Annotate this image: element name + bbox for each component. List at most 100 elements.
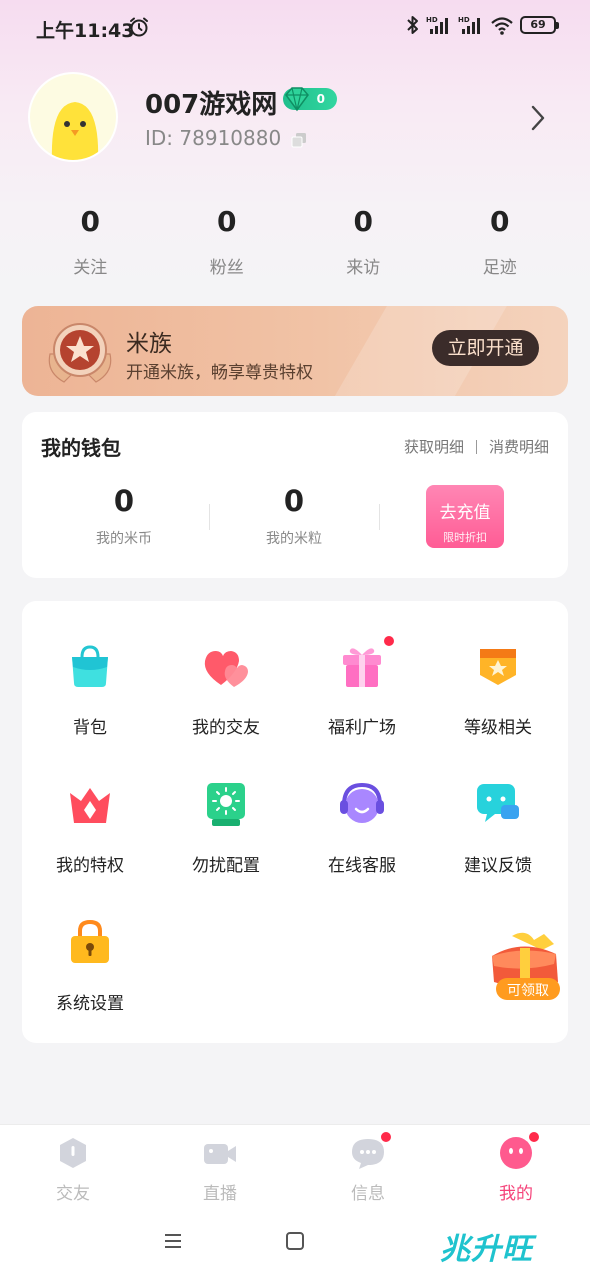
menu-label: 我的特权 xyxy=(56,856,124,876)
wallet-divider xyxy=(379,504,380,530)
feedback-icon xyxy=(477,784,519,822)
bluetooth-icon xyxy=(407,16,418,34)
lock-settings-icon xyxy=(71,919,109,963)
stat-value: 0 xyxy=(353,205,373,238)
vip-level-badge[interactable]: 0 xyxy=(283,87,337,112)
claim-reward-label: 可领取 xyxy=(507,983,549,999)
stat-followers[interactable]: 0 粉丝 xyxy=(159,205,296,278)
treasure-chest-icon: 可领取 xyxy=(492,932,560,1000)
recharge-label: 去充值 xyxy=(439,503,491,523)
tab-label: 直播 xyxy=(203,1184,237,1204)
wallet-grains[interactable]: 0 我的米粒 xyxy=(219,484,369,548)
wifi-icon xyxy=(491,17,513,35)
bottom-tab-bar: 交友 直播 信息 我的 xyxy=(0,1124,590,1208)
membership-title: 米族 xyxy=(126,331,172,357)
gift-icon xyxy=(343,648,381,687)
menu-label: 在线客服 xyxy=(328,856,396,876)
expense-details-link[interactable]: 消费明细 xyxy=(489,436,549,457)
menu-icon[interactable] xyxy=(164,1232,182,1250)
status-time: 上午11:43 xyxy=(36,20,135,42)
chick-avatar-icon xyxy=(30,74,116,160)
menu-label: 系统设置 xyxy=(56,994,124,1014)
menu-item-feedback[interactable]: 建议反馈 xyxy=(430,779,566,876)
coins-label: 我的米币 xyxy=(96,531,152,547)
user-id: ID: 78910880 xyxy=(145,126,282,150)
svg-text:HD: HD xyxy=(458,16,470,24)
watermark-logo: 兆升旺 xyxy=(440,1232,533,1267)
menu-label: 建议反馈 xyxy=(464,856,532,876)
stat-value: 0 xyxy=(217,205,237,238)
menu-label: 勿扰配置 xyxy=(192,856,260,876)
video-camera-icon xyxy=(204,1144,236,1164)
menu-item-friends[interactable]: 我的交友 xyxy=(158,641,294,738)
tab-label: 信息 xyxy=(351,1184,385,1204)
svg-text:HD: HD xyxy=(426,16,438,24)
notification-dot xyxy=(383,635,395,647)
system-navigation-bar: 兆升旺 xyxy=(0,1208,590,1278)
menu-item-level[interactable]: 等级相关 xyxy=(430,641,566,738)
diamond-icon xyxy=(285,87,309,112)
tab-live[interactable]: 直播 xyxy=(170,1135,270,1204)
menu-label: 等级相关 xyxy=(464,718,532,738)
menu-item-backpack[interactable]: 背包 xyxy=(22,641,158,738)
avatar[interactable] xyxy=(28,72,118,162)
alarm-icon xyxy=(130,17,148,37)
grains-label: 我的米粒 xyxy=(266,531,322,547)
notification-dot xyxy=(528,1131,540,1143)
link-divider xyxy=(475,439,477,454)
vip-level-value: 0 xyxy=(316,92,325,106)
wallet-coins[interactable]: 0 我的米币 xyxy=(49,484,199,548)
stat-label: 关注 xyxy=(73,258,108,278)
menu-item-welfare[interactable]: 福利广场 xyxy=(294,635,430,738)
home-button[interactable] xyxy=(286,1232,304,1250)
star-medal-icon xyxy=(48,323,112,383)
tab-me[interactable]: 我的 xyxy=(466,1131,566,1204)
tab-messages[interactable]: 信息 xyxy=(318,1131,418,1204)
membership-banner[interactable]: 米族 开通米族，畅享尊贵特权 立即开通 xyxy=(22,306,568,396)
do-not-disturb-icon xyxy=(207,783,245,826)
income-details-link[interactable]: 获取明细 xyxy=(404,436,464,457)
level-badge-icon xyxy=(480,649,516,685)
menu-item-privileges[interactable]: 我的特权 xyxy=(22,779,158,876)
menu-item-do-not-disturb[interactable]: 勿扰配置 xyxy=(158,779,294,876)
hearts-icon xyxy=(204,651,248,687)
wallet-links: 获取明细 消费明细 xyxy=(404,436,549,457)
signal-hd-icon: HD xyxy=(426,16,448,34)
menu-label: 背包 xyxy=(73,718,107,738)
menu-label: 福利广场 xyxy=(328,718,396,738)
stat-visitors[interactable]: 0 来访 xyxy=(295,205,432,278)
customer-service-icon xyxy=(340,782,384,823)
stats-row: 0 关注 0 粉丝 0 来访 0 足迹 xyxy=(22,205,568,278)
recharge-sublabel: 限时折扣 xyxy=(443,531,487,544)
membership-subtitle: 开通米族，畅享尊贵特权 xyxy=(126,363,313,383)
stat-label: 来访 xyxy=(346,258,381,278)
menu-item-settings[interactable]: 系统设置 xyxy=(22,917,158,1014)
menu-item-customer-service[interactable]: 在线客服 xyxy=(294,779,430,876)
wallet-card: 我的钱包 获取明细 消费明细 0 我的米币 0 我的米粒 去充值 限时折扣 xyxy=(22,412,568,578)
friends-tab-icon xyxy=(60,1138,86,1168)
coins-value: 0 xyxy=(113,484,135,518)
chevron-right-icon[interactable] xyxy=(528,104,548,132)
status-bar: 上午11:43 HD HD 69 xyxy=(0,0,590,54)
status-icons: HD HD 69 xyxy=(406,14,559,36)
tab-friends[interactable]: 交友 xyxy=(23,1135,123,1204)
tab-label: 我的 xyxy=(499,1184,533,1204)
activate-membership-button[interactable]: 立即开通 xyxy=(432,330,539,366)
stat-value: 0 xyxy=(80,205,100,238)
stat-label: 足迹 xyxy=(482,258,517,278)
nickname: 007游戏网 xyxy=(145,90,278,120)
menu-label: 我的交友 xyxy=(192,718,260,738)
tab-label: 交友 xyxy=(56,1184,90,1204)
stat-following[interactable]: 0 关注 xyxy=(22,205,159,278)
copy-icon[interactable] xyxy=(291,132,307,148)
grains-value: 0 xyxy=(283,484,305,518)
crown-icon xyxy=(70,788,110,823)
stat-footprints[interactable]: 0 足迹 xyxy=(432,205,569,278)
stat-label: 粉丝 xyxy=(209,258,244,278)
notification-dot xyxy=(380,1131,392,1143)
signal-hd-icon-2: HD xyxy=(458,16,480,34)
stat-value: 0 xyxy=(490,205,510,238)
bag-icon xyxy=(72,645,108,687)
recharge-button[interactable]: 去充值 限时折扣 xyxy=(426,485,504,548)
floating-reward-widget[interactable]: 可领取 xyxy=(482,930,568,1010)
